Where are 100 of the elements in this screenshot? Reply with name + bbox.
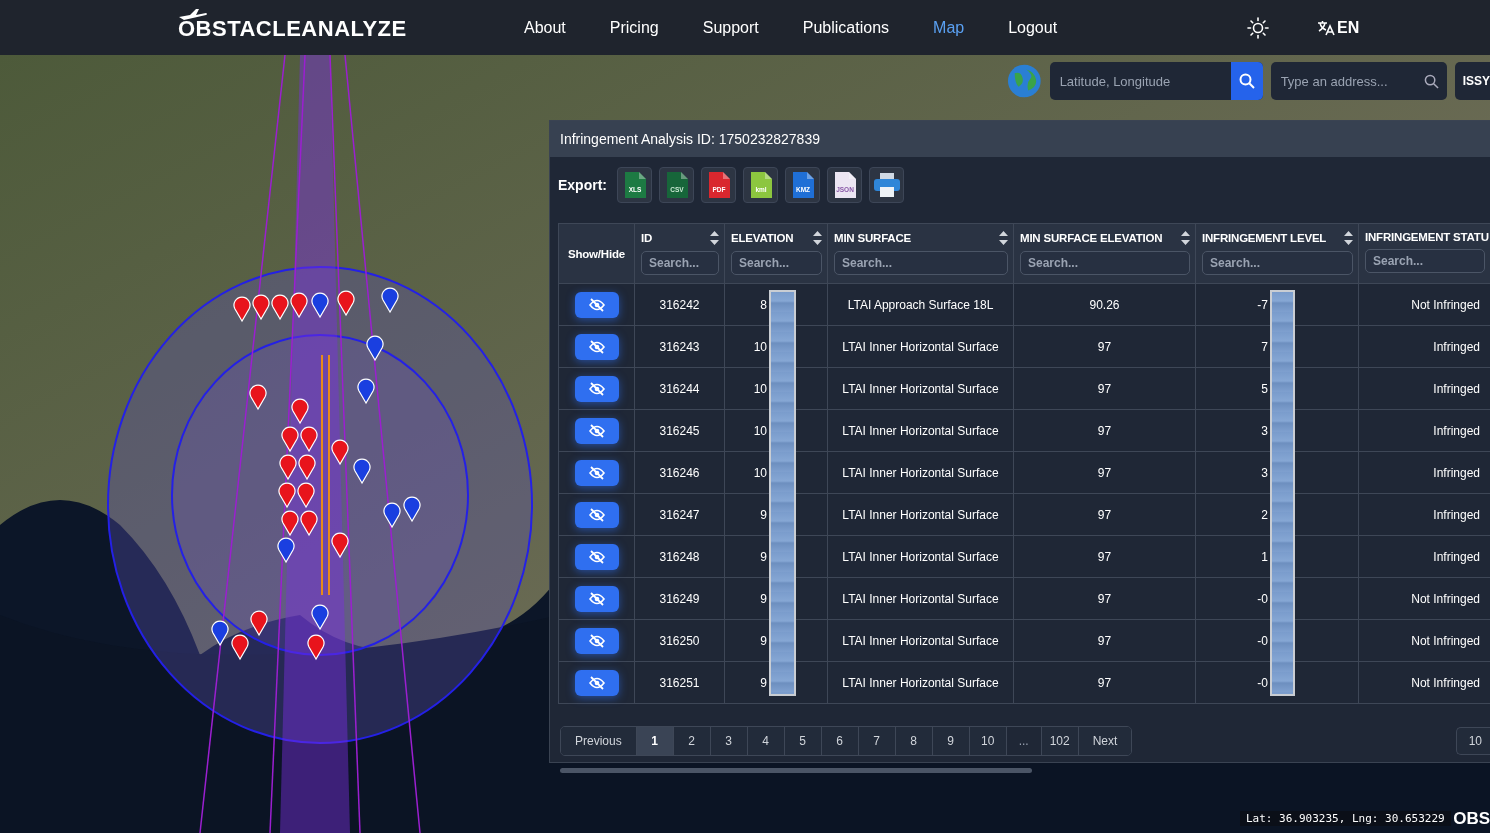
- next-button[interactable]: Next: [1078, 727, 1132, 755]
- map-pin[interactable]: [357, 378, 375, 404]
- map-pin[interactable]: [281, 510, 299, 536]
- coordinates-input[interactable]: Latitude, Longitude: [1057, 72, 1231, 90]
- hide-button[interactable]: [574, 627, 619, 654]
- page-button[interactable]: 7: [858, 727, 896, 755]
- map-pin[interactable]: [211, 620, 229, 646]
- logo[interactable]: OBSTACLEANALYZE: [178, 7, 428, 42]
- hide-button[interactable]: [574, 585, 619, 612]
- coordinates-field[interactable]: Latitude, Longitude: [1049, 62, 1263, 100]
- search-button[interactable]: [1230, 62, 1263, 100]
- map-pin[interactable]: [291, 398, 309, 424]
- nav-link[interactable]: About: [524, 18, 566, 37]
- map-pin[interactable]: [307, 634, 325, 660]
- sort-icon[interactable]: [710, 231, 719, 245]
- map-pin[interactable]: [233, 296, 251, 322]
- table-cell: LTAI Inner Horizontal Surface: [827, 577, 1014, 620]
- map-pin[interactable]: [250, 610, 268, 636]
- map-pin[interactable]: [279, 454, 297, 480]
- sort-icon[interactable]: [1181, 231, 1190, 245]
- page-button[interactable]: 8: [895, 727, 933, 755]
- language-button[interactable]: EN: [1317, 18, 1360, 37]
- map-pin[interactable]: [300, 510, 318, 536]
- page-button[interactable]: 102: [1041, 727, 1079, 755]
- map-pin[interactable]: [331, 439, 349, 465]
- hide-button[interactable]: [574, 291, 619, 318]
- nav-link[interactable]: Map: [933, 18, 965, 37]
- page-button[interactable]: 10: [969, 727, 1007, 755]
- nav-link[interactable]: Logout: [1008, 18, 1058, 37]
- search-icon: [1423, 73, 1439, 89]
- map-pin[interactable]: [311, 604, 329, 630]
- export-label: Export:: [558, 177, 607, 193]
- page-button[interactable]: 2: [673, 727, 711, 755]
- nav-link[interactable]: Publications: [802, 18, 890, 37]
- sort-icon[interactable]: [813, 231, 822, 245]
- previous-button[interactable]: Previous: [561, 727, 637, 755]
- table-cell: 97: [1013, 493, 1196, 536]
- export-button[interactable]: [869, 167, 904, 203]
- printer-icon: [872, 172, 901, 198]
- map-pin[interactable]: [331, 532, 349, 558]
- eye-off-icon: [588, 633, 605, 648]
- column-header: ELEVATION: [731, 232, 794, 244]
- hide-button[interactable]: [574, 375, 619, 402]
- map-pin[interactable]: [353, 458, 371, 484]
- hide-button[interactable]: [574, 669, 619, 696]
- sort-icon[interactable]: [999, 231, 1008, 245]
- issy-button[interactable]: ISSY: [1454, 62, 1490, 100]
- sort-icon[interactable]: [1344, 231, 1353, 245]
- page-button[interactable]: 4: [747, 727, 785, 755]
- search-field[interactable]: Search...: [1365, 249, 1485, 273]
- table-cell: LTAI Inner Horizontal Surface: [827, 451, 1014, 494]
- hide-button[interactable]: [574, 459, 619, 486]
- hide-button[interactable]: [574, 543, 619, 570]
- map-pin[interactable]: [383, 502, 401, 528]
- search-field[interactable]: Search...: [1020, 251, 1190, 275]
- map-pin[interactable]: [300, 426, 318, 452]
- page-button[interactable]: 5: [784, 727, 822, 755]
- search-field[interactable]: Search...: [834, 251, 1008, 275]
- page-button[interactable]: 9: [932, 727, 970, 755]
- map-pin[interactable]: [281, 426, 299, 452]
- page-size-select[interactable]: 10: [1455, 727, 1490, 755]
- nav-link[interactable]: Support: [702, 18, 759, 37]
- map-pin[interactable]: [278, 482, 296, 508]
- map-pin[interactable]: [366, 335, 384, 361]
- address-input[interactable]: Type an address...: [1278, 72, 1424, 90]
- table-cell: 316242: [634, 283, 725, 326]
- map-pin[interactable]: [290, 292, 308, 318]
- nav-link[interactable]: Pricing: [609, 18, 659, 37]
- search-field[interactable]: Search...: [731, 251, 822, 275]
- map-pin[interactable]: [298, 454, 316, 480]
- map-pin[interactable]: [337, 290, 355, 316]
- map-pin[interactable]: [277, 537, 295, 563]
- translate-icon: [1317, 19, 1336, 36]
- address-field[interactable]: Type an address...: [1270, 62, 1447, 100]
- page-button[interactable]: 1: [636, 727, 674, 755]
- map-pin[interactable]: [231, 634, 249, 660]
- table-cell: 97: [1013, 661, 1196, 704]
- column-header: INFRINGEMENT STATU: [1365, 231, 1489, 243]
- search-field[interactable]: Search...: [641, 251, 719, 275]
- map-pin[interactable]: [249, 384, 267, 410]
- hide-button[interactable]: [574, 333, 619, 360]
- search-icon: [1238, 73, 1255, 89]
- page-button[interactable]: 6: [821, 727, 859, 755]
- hide-button[interactable]: [574, 417, 619, 444]
- table-cell: LTAI Inner Horizontal Surface: [827, 409, 1014, 452]
- eye-off-icon: [588, 381, 605, 396]
- page-button[interactable]: 3: [710, 727, 748, 755]
- map-pin[interactable]: [403, 496, 421, 522]
- map-pin[interactable]: [381, 287, 399, 313]
- eye-off-icon: [588, 591, 605, 606]
- map-pin[interactable]: [252, 294, 270, 320]
- map-pin[interactable]: [297, 482, 315, 508]
- globe-icon: [1007, 63, 1042, 99]
- map-pin[interactable]: [271, 294, 289, 320]
- map-pin[interactable]: [311, 292, 329, 318]
- sun-icon[interactable]: [1247, 16, 1270, 39]
- table-cell: 90.26: [1013, 283, 1196, 326]
- search-field[interactable]: Search...: [1202, 251, 1353, 275]
- coordinates-readout: Lat: 36.903235, Lng: 30.653229: [1240, 811, 1451, 826]
- hide-button[interactable]: [574, 501, 619, 528]
